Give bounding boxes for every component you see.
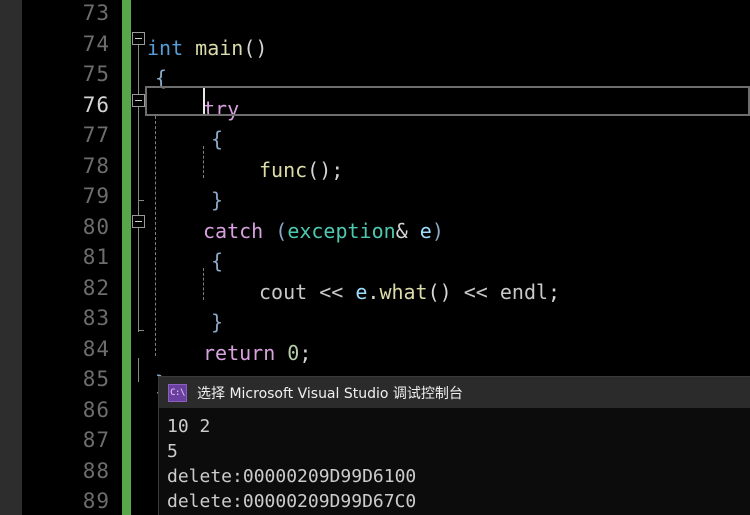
change-tracking-bar bbox=[122, 0, 131, 515]
code-line-75[interactable]: { bbox=[147, 67, 167, 89]
code-token: int bbox=[147, 35, 184, 60]
code-line-76[interactable]: try bbox=[147, 98, 239, 120]
code-line-82[interactable]: cout << e.what() << endl; bbox=[147, 281, 560, 303]
line-number-85: 85 bbox=[82, 367, 110, 391]
debug-console-window[interactable]: C:\ 选择 Microsoft Visual Studio 调试控制台 10 … bbox=[159, 377, 750, 515]
code-token: func bbox=[259, 157, 308, 182]
fold-connector-line bbox=[138, 44, 139, 222]
line-number-82: 82 bbox=[82, 275, 110, 300]
code-token: { bbox=[211, 127, 224, 151]
editor-selection-margin[interactable] bbox=[0, 0, 22, 515]
code-token: (); bbox=[307, 157, 344, 182]
code-line-78[interactable]: func(); bbox=[147, 159, 343, 181]
code-line-80[interactable]: catch (exception& e) bbox=[147, 220, 444, 242]
visual-studio-editor-window: 73 74 75 76 77 78 79 80 81 82 83 84 85 86 87 88 89 int m… bbox=[0, 0, 750, 515]
code-token: << bbox=[451, 279, 500, 304]
code-token: endl bbox=[499, 279, 549, 304]
code-folding-column[interactable] bbox=[131, 0, 147, 515]
line-number-84: 84 bbox=[82, 336, 110, 361]
line-number-86: 86 bbox=[82, 397, 110, 422]
code-line-81[interactable]: { bbox=[147, 250, 223, 272]
console-title-text: 选择 Microsoft Visual Studio 调试控制台 bbox=[197, 385, 463, 402]
code-token: e bbox=[419, 218, 432, 243]
code-token: } bbox=[211, 310, 224, 334]
code-token: << bbox=[307, 279, 356, 304]
console-output-area[interactable]: 10 2 5 delete:00000209D99D6100 delete:00000… bbox=[159, 408, 750, 515]
code-token: () bbox=[243, 35, 268, 60]
code-token: catch bbox=[203, 218, 264, 243]
console-app-icon: C:\ bbox=[168, 383, 187, 402]
code-token: 0 bbox=[287, 340, 300, 365]
fold-toggle-line-80[interactable] bbox=[132, 215, 145, 228]
code-line-79[interactable]: } bbox=[147, 189, 223, 211]
line-number-73: 73 bbox=[82, 1, 110, 25]
code-line-77[interactable]: { bbox=[147, 128, 223, 150]
line-number-gutter: 73 74 75 76 77 78 79 80 81 82 83 84 85 86 87 88 89 bbox=[22, 0, 122, 515]
code-token: e bbox=[355, 279, 368, 304]
line-number-78: 78 bbox=[82, 153, 110, 178]
line-number-79: 79 bbox=[82, 184, 110, 208]
code-token: { bbox=[211, 249, 224, 273]
code-line-84[interactable]: return 0; bbox=[147, 342, 311, 364]
code-token: return bbox=[203, 340, 276, 365]
line-number-83: 83 bbox=[82, 306, 110, 330]
line-number-76: 76 bbox=[82, 92, 110, 117]
code-line-83[interactable]: } bbox=[147, 311, 223, 333]
code-token: main bbox=[195, 35, 244, 60]
code-token: } bbox=[211, 188, 224, 212]
text-caret bbox=[203, 88, 205, 114]
fold-toggle-line-76[interactable] bbox=[132, 94, 145, 107]
fold-end-tick bbox=[138, 200, 144, 201]
line-number-87: 87 bbox=[82, 428, 110, 452]
fold-connector-line bbox=[138, 228, 139, 332]
fold-toggle-line-74[interactable] bbox=[132, 32, 145, 45]
code-line-74[interactable]: int main() bbox=[147, 37, 267, 59]
line-number-89: 89 bbox=[82, 489, 110, 513]
code-token: cout bbox=[259, 279, 308, 304]
code-token: what bbox=[379, 279, 428, 304]
code-token: ; bbox=[299, 340, 312, 365]
line-number-88: 88 bbox=[82, 458, 110, 483]
code-token: try bbox=[203, 96, 240, 121]
code-token: . bbox=[367, 279, 380, 304]
line-number-74: 74 bbox=[82, 31, 110, 56]
code-token: ) bbox=[431, 218, 444, 243]
console-title-bar[interactable]: C:\ 选择 Microsoft Visual Studio 调试控制台 bbox=[159, 377, 750, 408]
fold-end-tick bbox=[138, 330, 144, 331]
line-number-80: 80 bbox=[82, 214, 110, 239]
code-token: & bbox=[395, 218, 408, 243]
console-output-line: 5 bbox=[167, 441, 178, 462]
fold-connector-line bbox=[138, 358, 139, 382]
code-token: () bbox=[427, 279, 452, 304]
code-token: exception bbox=[287, 218, 396, 243]
line-number-75: 75 bbox=[82, 62, 110, 86]
console-output-line: delete:00000209D99D6100 bbox=[167, 466, 417, 487]
console-output-line: 10 2 bbox=[167, 416, 211, 437]
line-number-77: 77 bbox=[82, 123, 110, 147]
code-token: ( bbox=[275, 218, 288, 243]
code-token: ; bbox=[548, 279, 561, 304]
console-output-line: delete:00000209D99D67C0 bbox=[167, 491, 417, 512]
code-token: { bbox=[155, 66, 168, 90]
line-number-81: 81 bbox=[82, 245, 110, 269]
